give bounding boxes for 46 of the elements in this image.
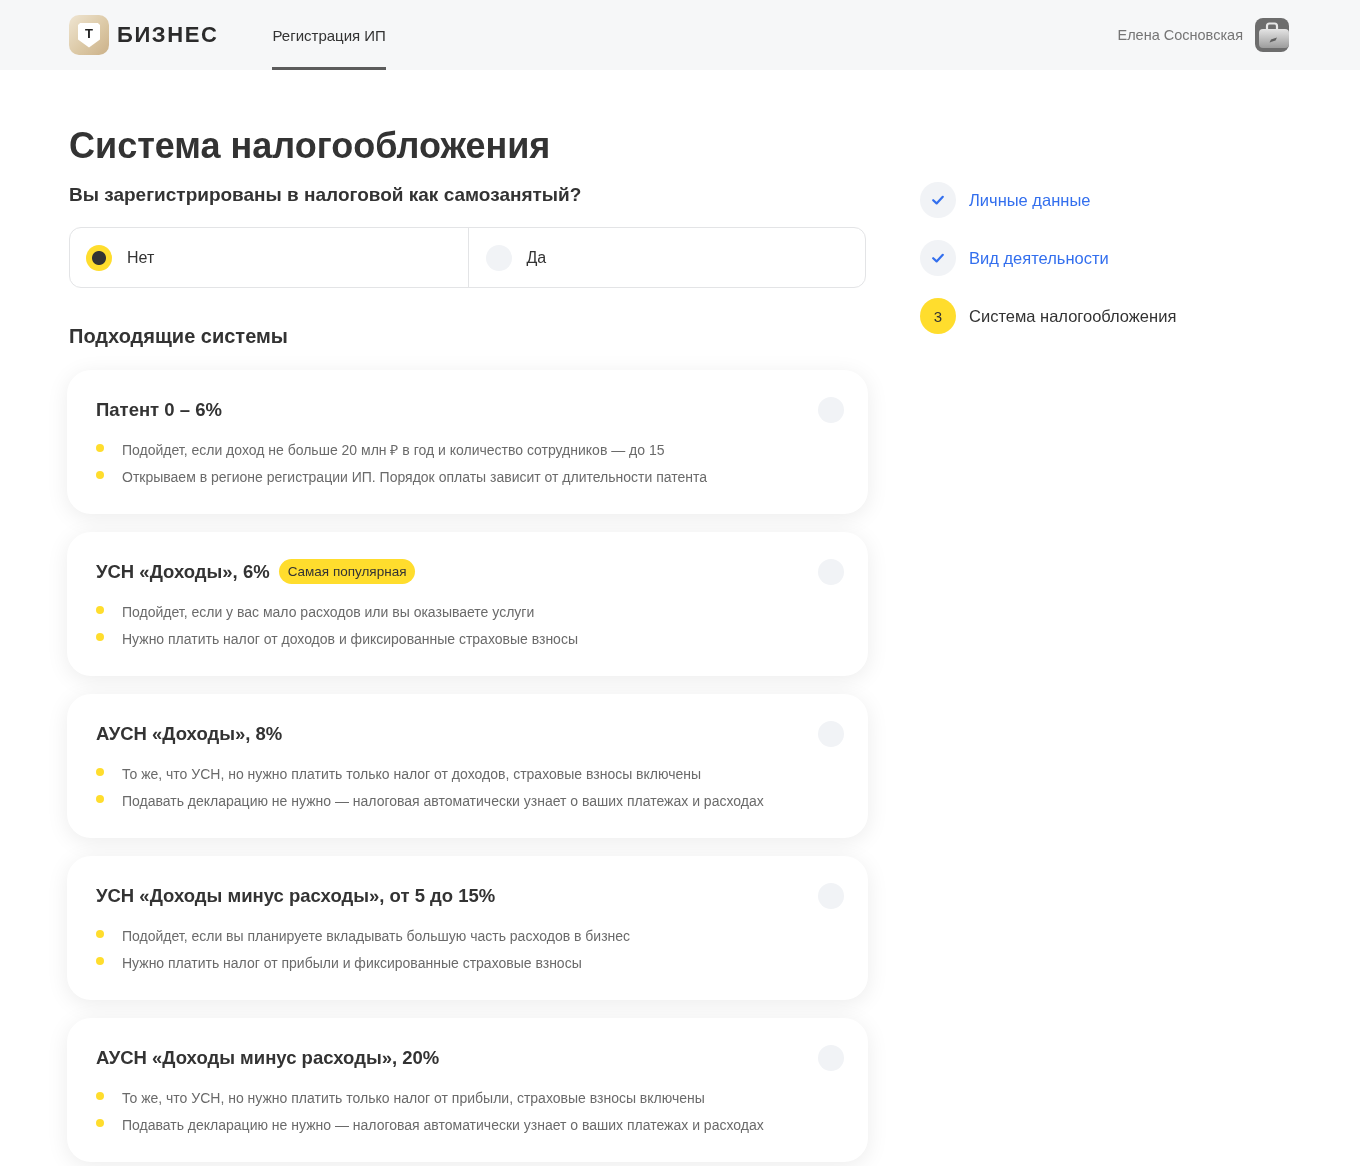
page-title: Система налогообложения: [69, 124, 552, 167]
bullet-text: Открываем в регионе регистрации ИП. Порядок оплаты зависит от длительности патента: [122, 467, 708, 487]
bullet-text: То же, что УСН, но нужно платить только налог от доходов, страховые взносы включены: [122, 764, 702, 784]
popular-badge: Самая популярная: [278, 559, 416, 584]
question-label: Вы зарегистрированы в налоговой как самозанятый?: [69, 183, 583, 207]
step-label: Система налогообложения: [969, 306, 1177, 326]
card-title: АУСН «Доходы минус расходы», 20%: [96, 1046, 440, 1070]
tax-option-card[interactable]: УСН «Доходы минус расходы», от 5 до 15% Подойдет, если вы планируете вкладывать большую часть расходов в бизнес Нужно платить налог от прибыли и фиксированные страховые взносы: [67, 856, 868, 1000]
tax-option-card[interactable]: [67, 1018, 868, 1162]
tax-option-card[interactable]: АУСН «Доходы», 8% То же, что УСН, но нужно платить только налог от доходов, страховые взносы включены Подавать декларацию не нужно — налоговая автоматически узнает о ваших платежах и расходах: [67, 694, 868, 838]
bullet-text: Подавать декларацию не нужно — налоговая автоматически узнает о ваших платежах и расходах: [122, 1115, 764, 1135]
bullet-text: Нужно платить налог от доходов и фиксированные страховые взносы: [122, 629, 578, 649]
step-link[interactable]: Личные данные: [969, 190, 1091, 210]
step-number: 3: [920, 298, 956, 334]
card-title: Патент 0 – 6%: [96, 398, 222, 422]
bullet-icon: [96, 957, 104, 965]
nav-tab[interactable]: Регистрация ИП: [272, 0, 386, 70]
bullet-text: Подавать декларацию не нужно — налоговая автоматически узнает о ваших платежах и расходах: [122, 791, 764, 811]
bullet-icon: [96, 633, 104, 641]
bullet-icon: [96, 930, 104, 938]
user-name[interactable]: Елена Сосновская: [1117, 27, 1243, 43]
logo-mark: Т: [78, 22, 100, 48]
bullet-icon: [96, 471, 104, 479]
logo-tile[interactable]: Т: [69, 15, 109, 55]
tax-option-card[interactable]: УСН «Доходы», 6% Самая популярная Подойдет, если у вас мало расходов или вы оказываете услуги Нужно платить налог от доходов и фиксированные страховые взносы: [67, 532, 868, 676]
bullet-icon: [96, 1092, 104, 1100]
brand-name: БИЗНЕС: [117, 22, 219, 48]
bullet-text: Подойдет, если у вас мало расходов или вы оказываете услуги: [122, 602, 535, 622]
bullet-icon: [96, 444, 104, 452]
radio-option[interactable]: Да: [467, 228, 865, 287]
tax-option-card[interactable]: Патент 0 – 6% Подойдет, если доход не больше 20 млн ₽ в год и количество сотрудников — до 15 Открываем в регионе регистрации ИП. Порядок оплаты зависит от длительности патента: [67, 370, 868, 514]
briefcase-icon[interactable]: [1255, 18, 1289, 52]
radio-option[interactable]: Нет: [70, 228, 468, 287]
step-link[interactable]: Вид деятельности: [969, 248, 1109, 268]
bullet-icon: [96, 795, 104, 803]
bullet-text: Подойдет, если доход не больше 20 млн ₽ в год и количество сотрудников — до 15: [122, 440, 665, 460]
bullet-text: То же, что УСН, но нужно платить только налог от прибыли, страховые взносы включены: [122, 1088, 705, 1108]
bullet-text: Подойдет, если вы планируете вкладывать большую часть расходов в бизнес: [122, 926, 631, 946]
bullet-text: Нужно платить налог от прибыли и фиксированные страховые взносы: [122, 953, 582, 973]
card-title: УСН «Доходы минус расходы», от 5 до 15%: [96, 884, 496, 908]
bullet-icon: [96, 606, 104, 614]
section-heading: Подходящие системы: [69, 324, 289, 348]
bullet-icon: [96, 1119, 104, 1127]
card-title: АУСН «Доходы», 8%: [96, 722, 283, 746]
bullet-icon: [96, 768, 104, 776]
card-title: УСН «Доходы», 6%: [96, 560, 270, 584]
